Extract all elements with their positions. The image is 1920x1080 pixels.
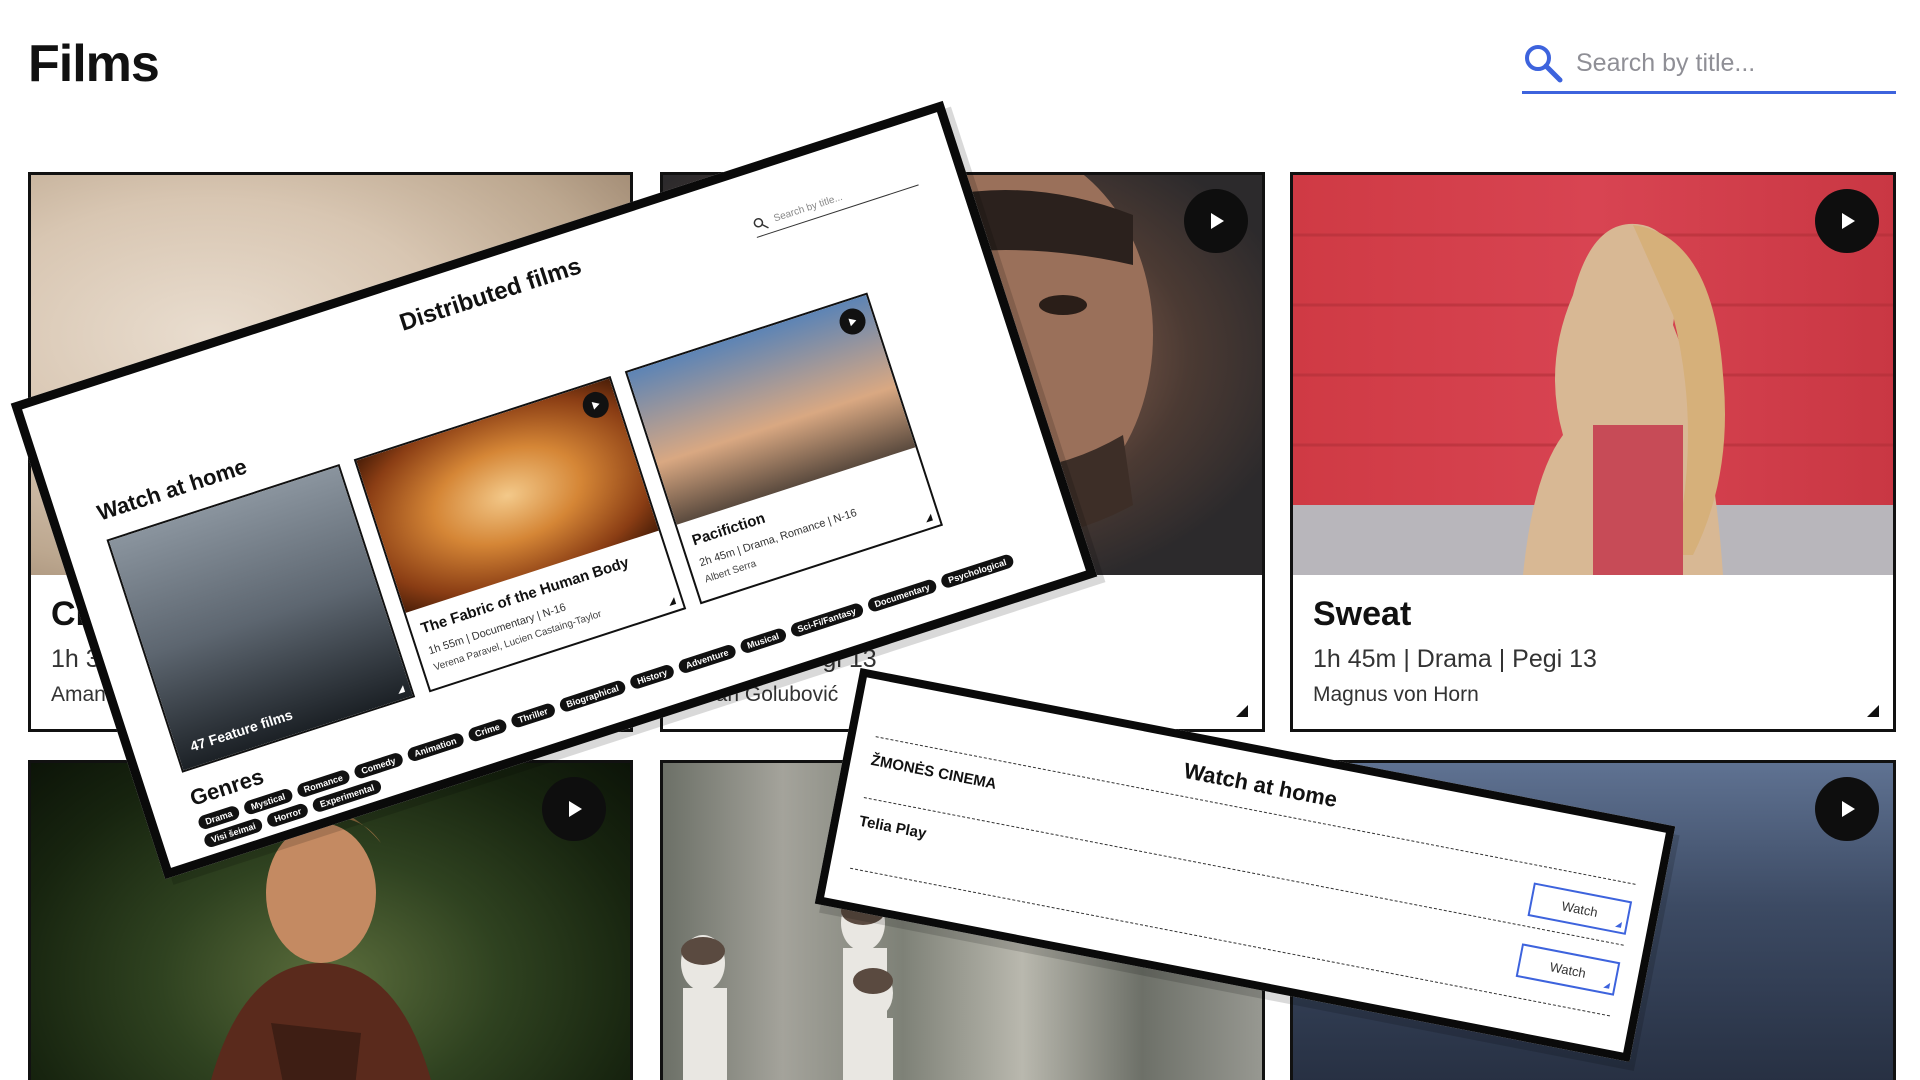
search-bar[interactable] xyxy=(1522,36,1896,94)
page-title: Films xyxy=(28,35,160,93)
genre-tag[interactable]: Documentary xyxy=(865,577,939,614)
film-poster xyxy=(356,378,659,613)
genre-tag[interactable]: Sci-Fi/Fantasy xyxy=(788,601,865,639)
provider-name: Telia Play xyxy=(857,812,928,843)
genre-tag[interactable]: Biographical xyxy=(557,678,628,714)
genre-tag[interactable]: Animation xyxy=(405,731,466,763)
genre-tag[interactable]: Comedy xyxy=(352,751,405,781)
featured-films-tile[interactable]: 47 Feature films xyxy=(106,464,416,773)
play-icon xyxy=(848,318,857,327)
film-meta: 1h 45m | Drama | Pegi 13 xyxy=(1313,645,1597,673)
corner-arrow-icon xyxy=(1603,981,1611,989)
play-icon xyxy=(569,801,582,817)
play-icon xyxy=(591,402,600,410)
corner-arrow-icon xyxy=(924,513,933,523)
genre-tag[interactable]: Adventure xyxy=(677,643,738,675)
genre-tag[interactable]: Thriller xyxy=(509,701,557,730)
provider-name: ŽMONĖS CINEMA xyxy=(869,751,998,793)
corner-arrow-icon xyxy=(1615,920,1623,928)
play-button[interactable] xyxy=(542,777,606,841)
genre-tag[interactable]: Musical xyxy=(738,626,788,655)
divider xyxy=(863,797,1624,946)
mini-film-card[interactable]: Pacifiction 2h 45m | Drama, Romance | N-… xyxy=(624,292,944,605)
film-card-3[interactable]: Sweat 1h 45m | Drama | Pegi 13 Magnus vo… xyxy=(1290,172,1896,732)
search-icon xyxy=(753,217,769,229)
corner-arrow-icon xyxy=(1867,705,1879,717)
film-poster[interactable] xyxy=(1293,175,1893,575)
mini-film-card[interactable]: The Fabric of the Human Body 1h 55m | Do… xyxy=(353,375,687,693)
genre-tag[interactable]: Psychological xyxy=(939,552,1015,590)
play-icon xyxy=(1211,213,1224,229)
genre-tag[interactable]: Crime xyxy=(466,717,509,744)
film-director: Magnus von Horn xyxy=(1313,683,1479,706)
play-button[interactable] xyxy=(1184,189,1248,253)
search-input[interactable] xyxy=(1576,49,1876,78)
genre-tag[interactable]: History xyxy=(628,663,676,691)
watch-button-label[interactable]: Watch xyxy=(1561,898,1600,920)
play-icon xyxy=(1842,801,1855,817)
film-title[interactable]: Sweat xyxy=(1313,595,1411,634)
play-button[interactable] xyxy=(1815,189,1879,253)
watch-button[interactable]: Watch xyxy=(1515,943,1621,996)
search-icon[interactable] xyxy=(1522,42,1566,86)
play-icon xyxy=(1842,213,1855,229)
corner-arrow-icon xyxy=(1236,705,1248,717)
corner-arrow-icon xyxy=(667,597,677,606)
watch-button[interactable]: Watch xyxy=(1527,882,1633,935)
watch-button-label[interactable]: Watch xyxy=(1549,959,1588,981)
play-button[interactable] xyxy=(1815,777,1879,841)
divider xyxy=(875,736,1636,885)
film-poster xyxy=(627,295,916,525)
